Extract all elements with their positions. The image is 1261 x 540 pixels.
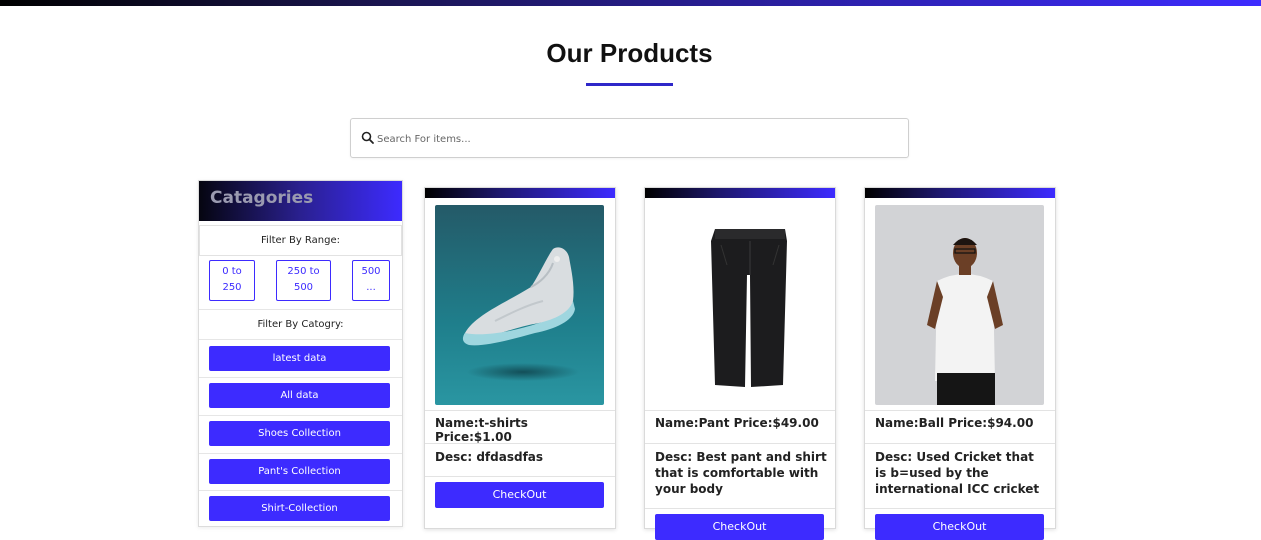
product-name-price: Name:t-shirts Price:$1.00 xyxy=(435,416,528,444)
range-button-line1: 500 xyxy=(361,266,381,277)
category-button-pants[interactable]: Pant's Collection xyxy=(209,459,390,484)
product-card: Name:Pant Price:$49.00 Desc: Best pant a… xyxy=(644,187,836,540)
top-gradient-bar xyxy=(0,0,1261,6)
card-divider xyxy=(645,443,835,444)
range-button-line2: ... xyxy=(366,282,376,293)
card-divider xyxy=(425,410,615,411)
card-divider xyxy=(645,508,835,509)
card-top-strip xyxy=(865,188,1055,198)
divider xyxy=(199,309,402,310)
card-top-strip xyxy=(645,188,835,198)
person-image xyxy=(875,205,1044,405)
product-card: Name:t-shirts Price:$1.00 Desc: dfdasdfa… xyxy=(424,187,616,529)
page-title: Our Products xyxy=(546,38,713,68)
range-button-line2: 250 xyxy=(222,282,242,293)
card-divider xyxy=(425,476,615,477)
category-button-shoes[interactable]: Shoes Collection xyxy=(209,421,390,446)
sneaker-image xyxy=(435,205,604,405)
range-button-line1: 250 to xyxy=(287,266,320,277)
card-divider xyxy=(425,443,615,444)
range-button-250-500[interactable]: 250 to 500 xyxy=(276,260,331,301)
divider xyxy=(199,339,402,340)
card-divider xyxy=(865,508,1055,509)
product-name-price: Name:Ball Price:$94.00 xyxy=(875,416,1034,430)
category-button-all[interactable]: All data xyxy=(209,383,390,408)
checkout-button[interactable]: CheckOut xyxy=(435,482,604,508)
category-button-latest[interactable]: latest data xyxy=(209,346,390,371)
search-icon xyxy=(361,130,375,144)
category-button-shirts[interactable]: Shirt-Collection xyxy=(209,496,390,521)
divider xyxy=(199,415,402,416)
pants-image xyxy=(655,205,824,405)
divider xyxy=(199,453,402,454)
title-underline xyxy=(586,83,673,86)
product-description: Desc: dfdasdfas xyxy=(435,450,544,464)
range-button-500-plus[interactable]: 500 ... xyxy=(352,260,390,301)
range-button-line1: 0 to xyxy=(222,266,242,277)
search-input[interactable] xyxy=(375,128,899,150)
card-top-strip xyxy=(425,188,615,198)
card-divider xyxy=(645,410,835,411)
filter-category-label: Filter By Catogry: xyxy=(257,319,344,330)
filter-range-label: Filter By Range: xyxy=(199,225,402,256)
product-description: Desc: Best pant and shirt that is comfor… xyxy=(655,450,827,496)
checkout-button[interactable]: CheckOut xyxy=(655,514,824,540)
product-card: Name:Ball Price:$94.00 Desc: Used Cricke… xyxy=(864,187,1056,540)
divider xyxy=(199,490,402,491)
range-button-0-250[interactable]: 0 to 250 xyxy=(209,260,255,301)
card-divider xyxy=(865,410,1055,411)
divider xyxy=(199,377,402,378)
checkout-button[interactable]: CheckOut xyxy=(875,514,1044,540)
sidebar-header: Catagories xyxy=(199,181,402,221)
search-box[interactable] xyxy=(350,118,909,158)
product-description: Desc: Used Cricket that is b=used by the… xyxy=(875,450,1040,496)
product-name-price: Name:Pant Price:$49.00 xyxy=(655,416,819,430)
sidebar-title: Catagories xyxy=(210,188,314,208)
categories-sidebar: Catagories Filter By Range: 0 to 250 250… xyxy=(198,180,403,527)
range-button-line2: 500 xyxy=(293,282,314,293)
card-divider xyxy=(865,443,1055,444)
